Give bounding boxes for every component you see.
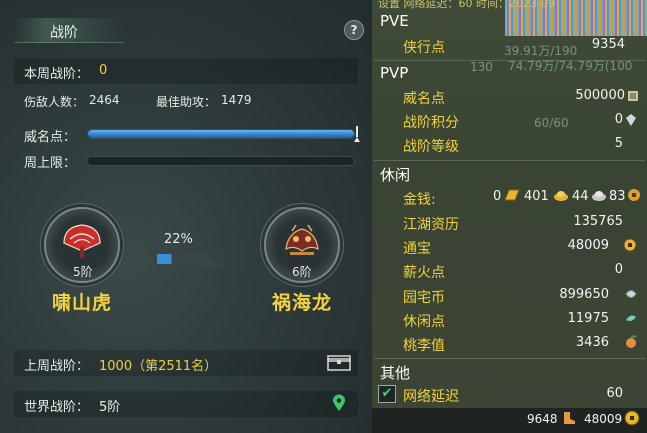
leisure-item-label: 通宝	[403, 241, 431, 257]
rank-points-icon	[626, 114, 636, 126]
leisure-item-label: 园宅币	[403, 290, 445, 306]
leisure-item-label: 桃李值	[403, 338, 445, 354]
weekly-rank-value: 0	[99, 63, 108, 78]
latency-label: 网络延迟	[403, 389, 459, 405]
silver-ingot-icon	[592, 191, 606, 201]
prestige-icon	[628, 91, 638, 101]
pvp-item-label: 威名点	[403, 91, 445, 107]
pvp-item-label: 战阶积分	[403, 115, 459, 131]
panel-title: 战阶	[50, 25, 78, 41]
other-section-title: 其他	[380, 364, 411, 382]
help-button[interactable]: ?	[344, 20, 364, 40]
footer-coin-icon	[624, 410, 640, 426]
leisure-item-label: 薪火点	[403, 265, 445, 281]
bar-end-marker-icon	[354, 126, 360, 142]
pvp-item-value: 5	[614, 136, 623, 151]
footer-points-value: 9648	[527, 412, 558, 426]
top-overlay-text: 设置 网络延迟：60 时间：2023-09	[378, 0, 555, 10]
leisure-item-value: 48009	[567, 238, 609, 253]
gold-bar-icon	[504, 189, 520, 201]
divider	[374, 358, 645, 359]
last-week-label: 上周战阶：	[24, 359, 90, 374]
ghost-level-text: 130	[470, 60, 493, 74]
prestige-bar-fill	[88, 130, 354, 138]
pvp-item-value: 0	[614, 112, 623, 127]
divider	[374, 160, 645, 161]
divider	[374, 60, 645, 61]
rank-progress-percent: 22%	[164, 232, 193, 247]
panel-header: 战阶	[0, 12, 372, 48]
boot-icon	[564, 412, 575, 424]
assist-label: 最佳助攻：	[156, 95, 217, 109]
pve-item-label: 侠行点	[403, 40, 445, 56]
footer-coins-value: 48009	[584, 412, 623, 426]
leisure-item-value: 0	[614, 262, 623, 277]
money-gold-value: 401	[524, 189, 549, 204]
next-rank-name: 祸海龙	[272, 292, 333, 314]
leisure-item-value: 11975	[567, 311, 609, 326]
money-copper-value: 83	[609, 189, 626, 204]
latency-value: 60	[606, 386, 623, 401]
money-gold-bar-value: 0	[493, 189, 502, 204]
copper-coin-icon	[628, 189, 640, 201]
money-silver-value: 44	[572, 189, 589, 204]
latency-checkbox[interactable]: ✔	[378, 385, 396, 403]
world-rank-value: 5阶	[99, 400, 121, 415]
wounded-label: 伤敌人数：	[24, 95, 85, 109]
weekly-rank-label: 本周战阶：	[24, 67, 90, 82]
leisure-section-title: 休闲	[380, 166, 411, 184]
current-rank-level: 5阶	[73, 265, 93, 279]
prestige-label: 威名点：	[24, 130, 77, 145]
rank-progress-bar	[157, 252, 223, 266]
pvp-section-title: PVP	[380, 64, 409, 82]
leisure-item-label: 休闲点	[403, 314, 445, 330]
leisure-item-value: 3436	[575, 335, 609, 350]
next-rank-level: 6阶	[292, 265, 312, 279]
current-rank-name: 啸山虎	[52, 292, 113, 314]
leisure-point-icon	[626, 315, 636, 321]
money-label: 金钱:	[403, 192, 436, 208]
assist-value: 1479	[221, 93, 252, 107]
peach-icon	[626, 335, 637, 348]
pve-item-value: 9354	[591, 37, 625, 52]
garden-coin-icon	[625, 290, 637, 298]
leisure-item-label: 江湖资历	[403, 217, 459, 233]
chest-icon[interactable]	[327, 355, 351, 371]
weekly-cap-bar	[87, 156, 355, 166]
gold-ingot-icon	[554, 191, 568, 201]
last-week-value: 1000（第2511名）	[99, 359, 218, 374]
weekly-cap-label: 周上限：	[24, 156, 77, 171]
wounded-value: 2464	[89, 93, 120, 107]
dragon-emblem-icon	[285, 224, 319, 255]
world-rank-label: 世界战阶：	[24, 400, 90, 415]
prestige-bar	[87, 129, 355, 139]
tongbao-coin-icon	[623, 238, 637, 252]
pvp-item-label: 战阶等级	[403, 139, 459, 155]
leisure-item-value: 899650	[559, 287, 609, 302]
map-pin-icon[interactable]	[332, 394, 346, 412]
fan-emblem-icon	[63, 224, 101, 258]
leisure-item-value: 135765	[573, 214, 623, 229]
pve-section-title: PVE	[380, 12, 409, 30]
ghost-count-text: 60/60	[534, 116, 569, 130]
pvp-item-value: 500000	[575, 88, 625, 103]
